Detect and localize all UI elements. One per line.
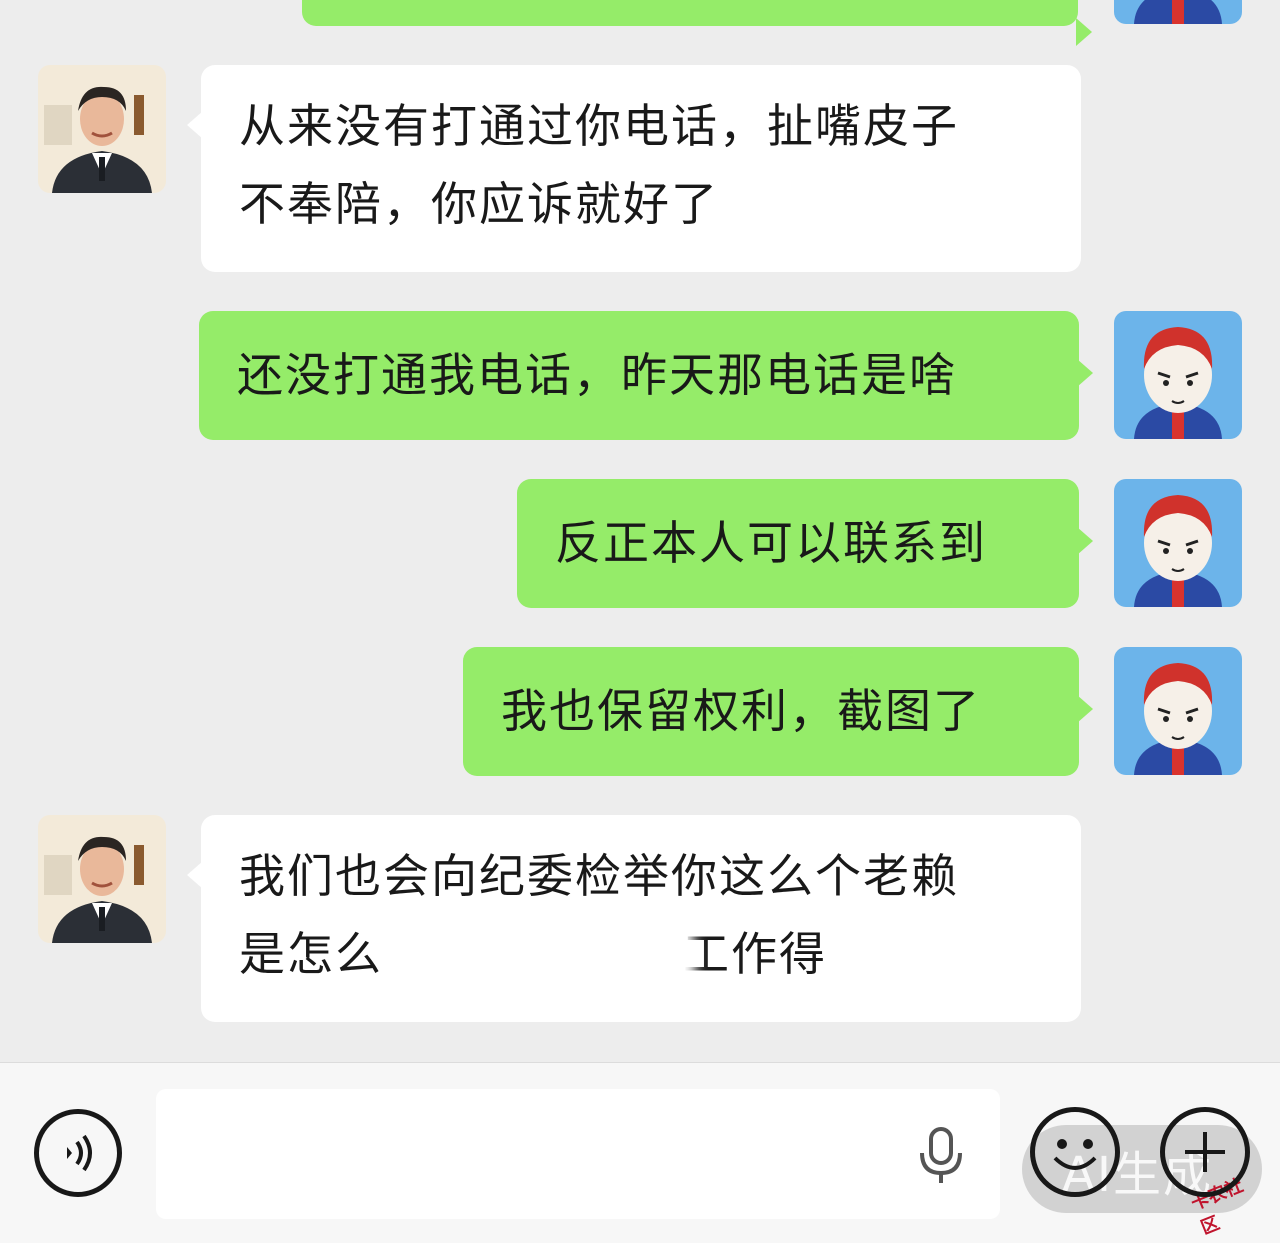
message-text: 还没打通我电话，昨天那电话是啥 [237, 348, 957, 402]
plus-icon [1185, 1132, 1225, 1172]
partial-outgoing-bubble[interactable] [302, 0, 1092, 46]
message-bubble-outgoing[interactable]: 我也保留权利，截图了 [463, 647, 1093, 776]
my-avatar[interactable] [1114, 311, 1242, 439]
emoji-icon [1053, 1139, 1097, 1170]
message-bubble-incoming[interactable]: 从来没有打通过你电话，扯嘴皮子 不奉陪，你应诉就好了 [187, 65, 1081, 272]
cartoon-avatar-icon [1114, 647, 1242, 775]
message-text-fragment: 工作得 [683, 927, 827, 981]
cartoon-avatar-icon [1114, 311, 1242, 439]
message-text-line: 从来没有打通过你电话，扯嘴皮子 [239, 99, 959, 153]
message-text-line: 不奉陪，你应诉就好了 [239, 177, 719, 231]
message-bubble-outgoing[interactable]: 反正本人可以联系到 [517, 479, 1093, 608]
my-avatar[interactable] [1114, 647, 1242, 775]
cartoon-avatar-icon [1114, 479, 1242, 607]
message-bubble-outgoing[interactable]: 还没打通我电话，昨天那电话是啥 [199, 311, 1093, 440]
emoji-button[interactable] [1030, 1107, 1120, 1197]
cartoon-avatar-icon [1114, 0, 1242, 24]
input-bar: AI生成 卡农社区 [0, 1062, 1280, 1243]
contact-avatar[interactable] [38, 65, 166, 193]
redaction-blur [396, 910, 696, 1006]
voice-toggle-button[interactable] [34, 1109, 122, 1197]
chat-area: 从来没有打通过你电话，扯嘴皮子 不奉陪，你应诉就好了 还没打通我电话，昨天那电话… [0, 0, 1280, 1062]
message-text: 反正本人可以联系到 [555, 516, 987, 570]
my-avatar[interactable] [1114, 0, 1242, 24]
my-avatar[interactable] [1114, 479, 1242, 607]
contact-avatar[interactable] [38, 815, 166, 943]
message-text: 我也保留权利，截图了 [501, 684, 981, 738]
more-options-button[interactable] [1160, 1107, 1250, 1197]
microphone-button[interactable] [912, 1123, 970, 1187]
message-text-fragment: 是怎么 [239, 927, 383, 981]
message-input[interactable] [156, 1089, 1000, 1219]
lawyer-portrait-icon [38, 65, 166, 193]
voice-icon [67, 1134, 92, 1172]
microphone-icon [920, 1127, 962, 1183]
message-text-line: 我们也会向纪委检举你这么个老赖 [239, 849, 959, 903]
lawyer-portrait-icon [38, 815, 166, 943]
